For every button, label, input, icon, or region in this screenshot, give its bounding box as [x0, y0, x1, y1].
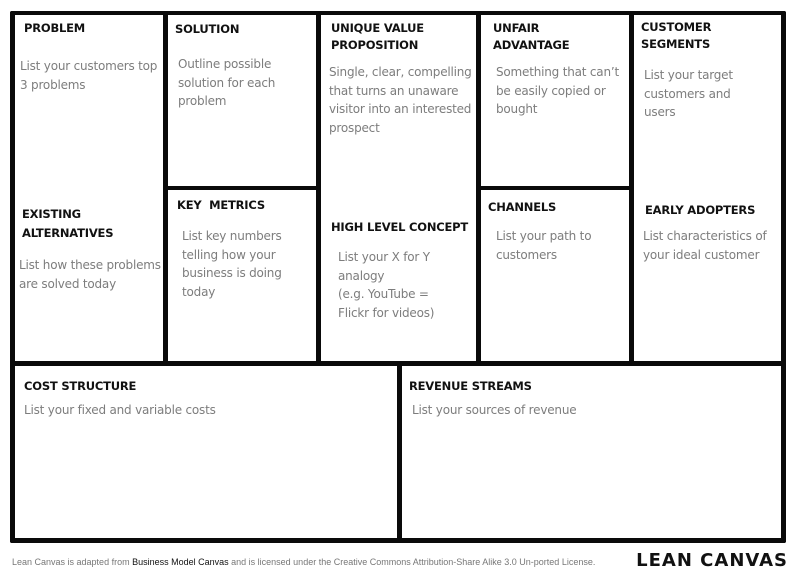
high-level-concept-title: HIGH LEVEL CONCEPT: [331, 220, 469, 234]
uvp-title: UNIQUE VALUE PROPOSITION: [331, 21, 424, 52]
problem-description: List your customers top 3 problems: [20, 59, 158, 92]
frame-left-line: [10, 11, 15, 543]
frame-top-line: [10, 11, 786, 15]
early-adopters-description: List characteristics of your ideal custo…: [643, 229, 767, 262]
frame-right-line: [781, 11, 786, 543]
unfair-advantage-title: UNFAIR ADVANTAGE: [493, 21, 570, 52]
unfair-advantage-description: Something that can’t be easily copied or…: [496, 65, 619, 116]
revenue-streams-title: REVENUE STREAMS: [409, 379, 532, 393]
license-text-before: Lean Canvas is adapted from: [12, 557, 133, 567]
business-model-canvas-link[interactable]: Business Model Canvas: [132, 557, 229, 567]
existing-alternatives-description: List how these problems are solved today: [19, 258, 161, 291]
license-note: Lean Canvas is adapted from Business Mod…: [12, 557, 595, 567]
high-level-concept-analogy: List your X for Y analogy: [338, 250, 430, 283]
uvp-description: Single, clear, compelling that turns an …: [329, 65, 472, 135]
high-level-concept-description: List your X for Y analogy (e.g. YouTube …: [338, 248, 463, 322]
divider-advantage-channels: [479, 186, 631, 190]
customer-segments-description: List your target customers and users: [644, 68, 733, 119]
channels-title: CHANNELS: [488, 200, 557, 214]
customer-segments-title: CUSTOMER SEGMENTS: [641, 20, 712, 51]
existing-alternatives-title: EXISTING ALTERNATIVES: [22, 207, 114, 240]
revenue-streams-description: List your sources of revenue: [412, 403, 577, 417]
key-metrics-title: KEY METRICS: [177, 198, 265, 212]
high-level-concept-example: (e.g. YouTube = Flickr for videos): [338, 287, 435, 320]
problem-title: PROBLEM: [24, 21, 86, 35]
cost-structure-description: List your fixed and variable costs: [24, 403, 216, 417]
channels-description: List your path to customers: [496, 229, 592, 262]
lean-canvas: PROBLEM List your customers top 3 proble…: [0, 0, 800, 579]
divider-solution-keymetrics: [166, 186, 318, 190]
key-metrics-description: List key numbers telling how your busine…: [182, 229, 282, 299]
solution-description: Outline possible solution for each probl…: [178, 57, 276, 108]
cost-structure-title: COST STRUCTURE: [24, 379, 137, 393]
early-adopters-title: EARLY ADOPTERS: [645, 203, 756, 217]
divider-cost-revenue: [397, 362, 402, 540]
license-text-after: and is licensed under the Creative Commo…: [228, 557, 596, 567]
solution-title: SOLUTION: [175, 22, 240, 36]
lean-canvas-logo: LEAN CANVAS: [636, 550, 788, 571]
